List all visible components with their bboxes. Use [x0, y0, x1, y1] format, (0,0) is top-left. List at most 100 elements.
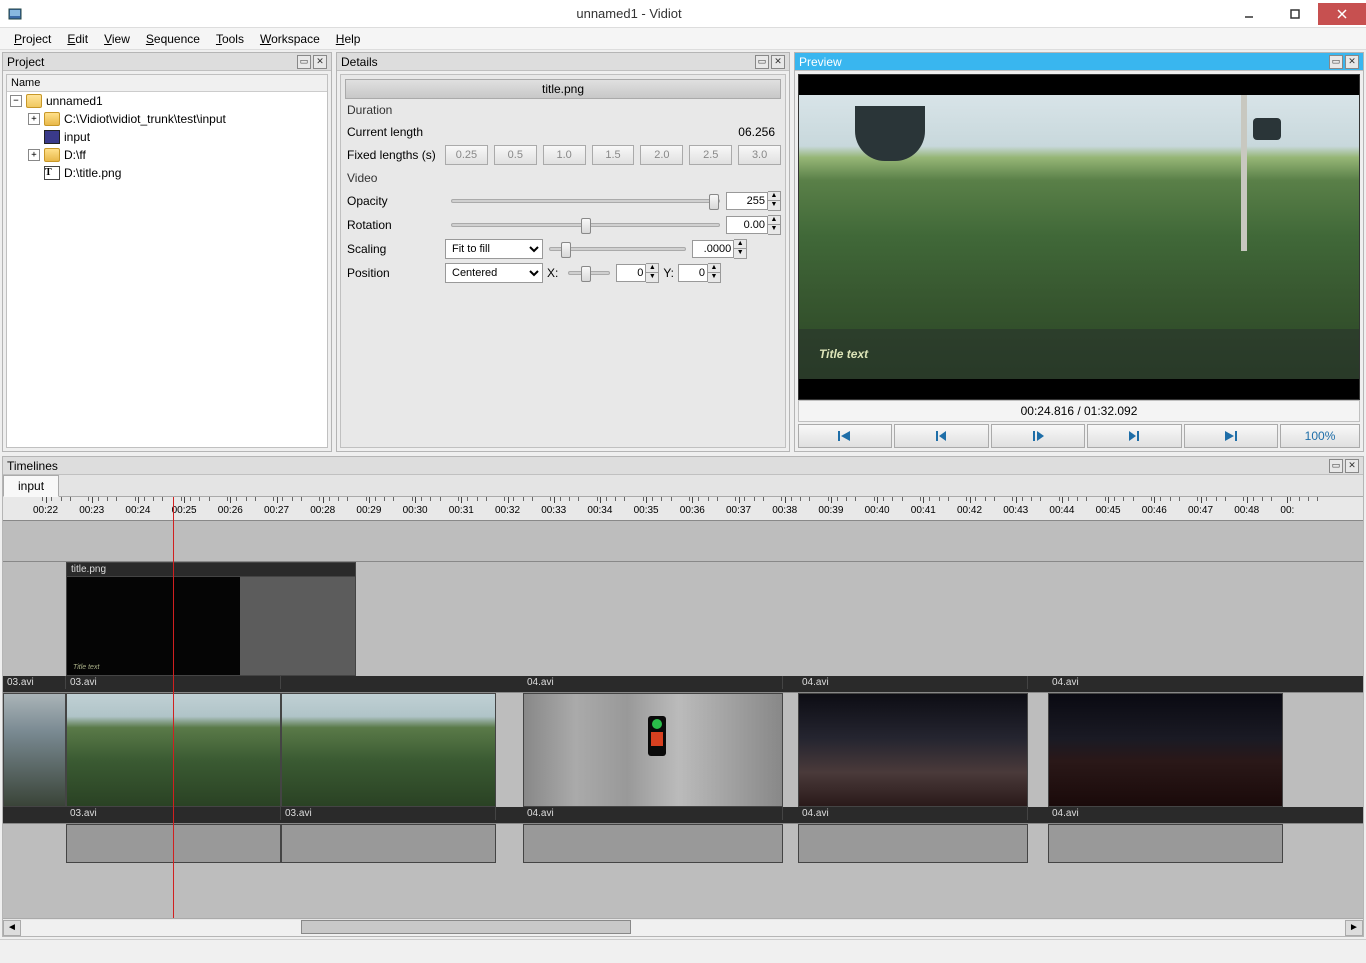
timeline-area[interactable]: 00:2200:2300:2400:2500:2600:2700:2800:29… [3, 497, 1363, 918]
tree-item[interactable]: + D:\ff [7, 146, 327, 164]
video-clip[interactable] [281, 693, 496, 807]
expand-icon[interactable]: − [10, 95, 22, 107]
details-panel: Details ▭ ✕ title.png Duration Current l… [336, 52, 790, 452]
tree-item-label: C:\Vidiot\vidiot_trunk\test\input [64, 112, 226, 126]
fixed-length-button[interactable]: 3.0 [738, 145, 781, 165]
audio-label-track: 03.avi 03.avi 04.avi 04.avi 04.avi [3, 807, 1363, 823]
preview-video[interactable]: Title text [798, 74, 1360, 400]
ruler-tick: 00:41 [911, 505, 936, 516]
x-spinbox[interactable]: ▲▼ [616, 263, 659, 283]
step-forward-button[interactable] [1087, 424, 1181, 448]
goto-end-button[interactable] [1184, 424, 1278, 448]
ruler-tick: 00:46 [1142, 505, 1167, 516]
tree-item[interactable]: + C:\Vidiot\vidiot_trunk\test\input [7, 110, 327, 128]
zoom-level[interactable]: 100% [1280, 424, 1360, 448]
tree-item-label: input [64, 130, 90, 144]
fixed-length-button[interactable]: 0.5 [494, 145, 537, 165]
scaling-slider[interactable] [549, 247, 686, 251]
ruler-tick: 00:42 [957, 505, 982, 516]
project-close-button[interactable]: ✕ [313, 55, 327, 69]
timeline-scrollbar[interactable]: ◄ ► [3, 918, 1363, 936]
goto-start-button[interactable] [798, 424, 892, 448]
video-clip[interactable] [523, 693, 783, 807]
scroll-thumb[interactable] [301, 920, 631, 934]
title-clip[interactable]: title.png Title text [66, 562, 356, 676]
expand-icon[interactable]: + [28, 113, 40, 125]
fixed-length-button[interactable]: 2.0 [640, 145, 683, 165]
ruler-tick: 00:35 [634, 505, 659, 516]
menu-sequence[interactable]: Sequence [138, 32, 208, 46]
menu-view[interactable]: View [96, 32, 138, 46]
video-clip[interactable] [3, 693, 66, 807]
timeline-tab[interactable]: input [3, 475, 59, 497]
title-track[interactable]: title.png Title text [3, 561, 1363, 676]
fixed-length-button[interactable]: 1.0 [543, 145, 586, 165]
ruler-tick: 00:22 [33, 505, 58, 516]
fixed-length-button[interactable]: 2.5 [689, 145, 732, 165]
tree-item[interactable]: T D:\title.png [7, 164, 327, 182]
audio-clip[interactable] [523, 824, 783, 863]
fixed-length-buttons: 0.25 0.5 1.0 1.5 2.0 2.5 3.0 [445, 145, 781, 165]
video-clip[interactable] [1048, 693, 1283, 807]
position-label: Position [345, 266, 445, 280]
fixed-length-button[interactable]: 1.5 [592, 145, 635, 165]
tree-root[interactable]: − unnamed1 [7, 92, 327, 110]
audio-clip[interactable] [1048, 824, 1283, 863]
menu-project[interactable]: Project [6, 32, 59, 46]
ruler-tick: 00:40 [865, 505, 890, 516]
menu-tools[interactable]: Tools [208, 32, 252, 46]
preview-close-button[interactable]: ✕ [1345, 55, 1359, 69]
opacity-label: Opacity [345, 194, 445, 208]
title-overlay: Title text [799, 329, 1359, 379]
fixed-lengths-label: Fixed lengths (s) [345, 148, 445, 162]
video-track[interactable] [3, 692, 1363, 807]
preview-dock-button[interactable]: ▭ [1329, 55, 1343, 69]
fixed-length-button[interactable]: 0.25 [445, 145, 488, 165]
preview-panel: Preview ▭ ✕ Title text 00:24.816 / 01:32… [794, 52, 1364, 452]
timelines-close-button[interactable]: ✕ [1345, 459, 1359, 473]
video-clip[interactable] [798, 693, 1028, 807]
x-slider[interactable] [568, 271, 610, 275]
y-spinbox[interactable]: ▲▼ [678, 263, 721, 283]
ruler-tick: 00:32 [495, 505, 520, 516]
project-dock-button[interactable]: ▭ [297, 55, 311, 69]
timelines-panel: Timelines ▭ ✕ input 00:2200:2300:2400:25… [2, 456, 1364, 937]
menu-workspace[interactable]: Workspace [252, 32, 328, 46]
ruler-tick: 00:45 [1096, 505, 1121, 516]
scroll-left-button[interactable]: ◄ [3, 920, 21, 936]
details-close-button[interactable]: ✕ [771, 55, 785, 69]
folder-icon [44, 148, 60, 162]
project-tree[interactable]: Name − unnamed1 + C:\Vidiot\vidiot_trunk… [6, 74, 328, 448]
scroll-right-button[interactable]: ► [1345, 920, 1363, 936]
timelines-dock-button[interactable]: ▭ [1329, 459, 1343, 473]
timeline-ruler[interactable]: 00:2200:2300:2400:2500:2600:2700:2800:29… [3, 497, 1363, 521]
tree-item[interactable]: input [7, 128, 327, 146]
project-panel: Project ▭ ✕ Name − unnamed1 + C:\Vidiot\… [2, 52, 332, 452]
audio-track[interactable] [3, 823, 1363, 863]
project-column-name: Name [7, 75, 327, 92]
rotation-slider[interactable] [451, 223, 720, 227]
opacity-spinbox[interactable]: ▲▼ [726, 191, 781, 211]
menu-edit[interactable]: Edit [59, 32, 96, 46]
scaling-combo[interactable]: Fit to fill [445, 239, 543, 259]
y-label: Y: [663, 266, 674, 280]
minimize-button[interactable] [1226, 3, 1272, 25]
ruler-tick: 00:33 [541, 505, 566, 516]
menu-help[interactable]: Help [328, 32, 369, 46]
audio-clip[interactable] [281, 824, 496, 863]
details-dock-button[interactable]: ▭ [755, 55, 769, 69]
opacity-slider[interactable] [451, 199, 720, 203]
rotation-spinbox[interactable]: ▲▼ [726, 215, 781, 235]
close-button[interactable] [1318, 3, 1366, 25]
ruler-tick: 00:38 [772, 505, 797, 516]
ruler-tick: 00:26 [218, 505, 243, 516]
step-back-button[interactable] [894, 424, 988, 448]
expand-icon[interactable]: + [28, 149, 40, 161]
position-combo[interactable]: Centered [445, 263, 543, 283]
audio-clip[interactable] [798, 824, 1028, 863]
maximize-button[interactable] [1272, 3, 1318, 25]
play-button[interactable] [991, 424, 1085, 448]
current-length-value: 06.256 [445, 125, 781, 139]
scaling-spinbox[interactable]: ▲▼ [692, 239, 747, 259]
playhead[interactable] [173, 497, 174, 918]
